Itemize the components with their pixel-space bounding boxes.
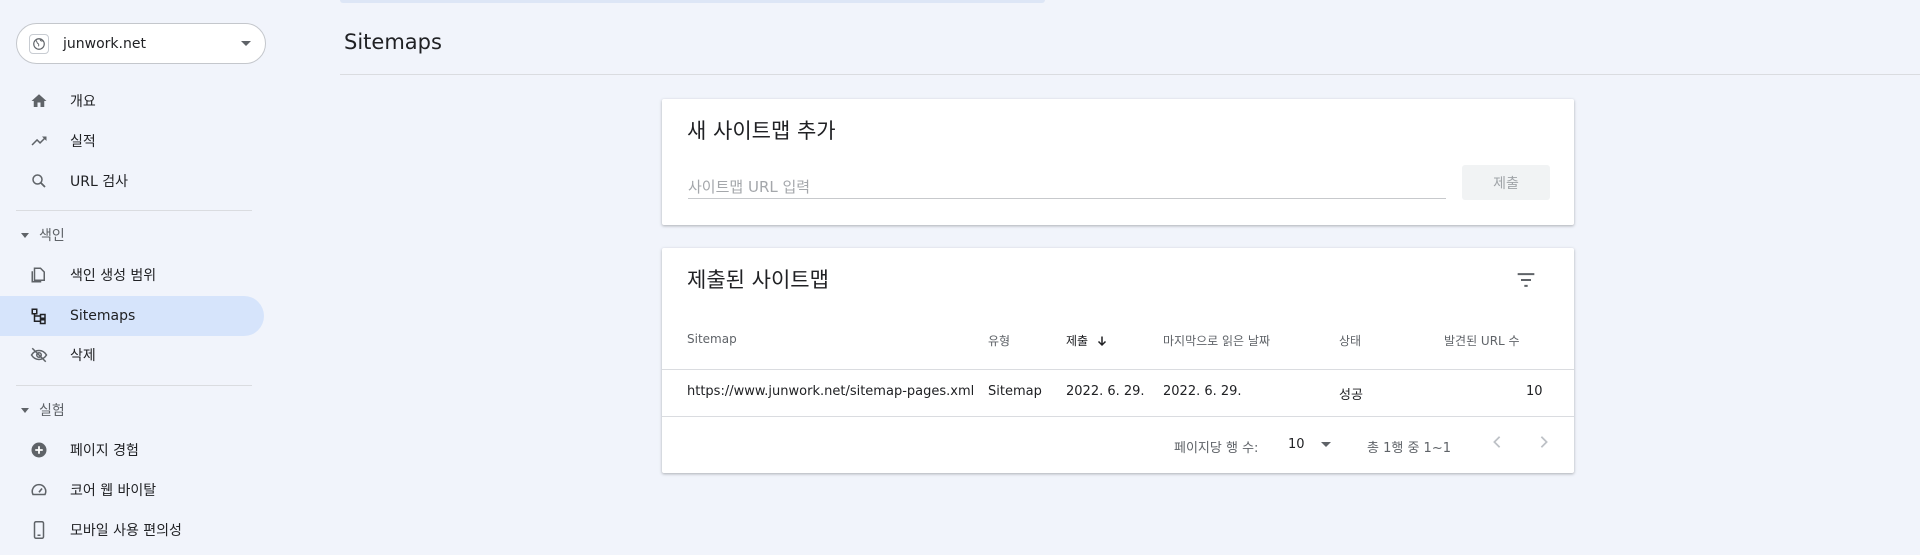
- nav-item-url-inspection[interactable]: URL 검사: [0, 161, 264, 201]
- rows-per-page-select[interactable]: 10: [1288, 431, 1331, 457]
- copy-pages-icon: [28, 264, 50, 286]
- nav-section-index[interactable]: 색인: [0, 220, 250, 250]
- nav-item-page-experience[interactable]: 페이지 경험: [0, 430, 264, 470]
- nav-item-coverage[interactable]: 색인 생성 범위: [0, 255, 264, 295]
- nav-label: 색인 생성 범위: [70, 268, 157, 284]
- column-header-type[interactable]: 유형: [988, 332, 1010, 349]
- sitemap-url-input[interactable]: [688, 175, 1446, 199]
- page-title: Sitemaps: [344, 30, 442, 54]
- property-selector[interactable]: junwork.net: [16, 23, 266, 64]
- speedometer-icon: [28, 479, 50, 501]
- nav-item-core-web-vitals[interactable]: 코어 웹 바이탈: [0, 470, 264, 510]
- nav-divider: [16, 385, 252, 386]
- sitemap-icon: [28, 305, 50, 327]
- filter-icon[interactable]: [1514, 268, 1538, 292]
- nav-item-performance[interactable]: 실적: [0, 121, 264, 161]
- triangle-down-icon: [21, 232, 29, 238]
- next-page-icon[interactable]: [1532, 430, 1556, 454]
- cell-status: 성공: [1339, 388, 1363, 403]
- nav-item-mobile-usability[interactable]: 모바일 사용 편의성: [0, 510, 264, 550]
- nav-divider: [16, 210, 252, 211]
- submitted-sitemaps-card: 제출된 사이트맵 Sitemap 유형 제출 마지막으로 읽은 날짜 상태 발견…: [662, 248, 1574, 473]
- nav-label: 실적: [70, 134, 96, 150]
- nav-item-removals[interactable]: 삭제: [0, 335, 264, 375]
- column-header-status[interactable]: 상태: [1339, 332, 1361, 349]
- arrow-down-icon: [1098, 336, 1107, 346]
- nav-label: 개요: [70, 94, 96, 110]
- nav-label: 모바일 사용 편의성: [70, 523, 182, 539]
- rows-per-page-label: 페이지당 행 수:: [1174, 441, 1259, 456]
- nav-label: URL 검사: [70, 174, 128, 190]
- nav-label: 코어 웹 바이탈: [70, 483, 157, 499]
- top-progress-strip: [340, 0, 1045, 3]
- triangle-down-icon: [21, 407, 29, 413]
- globe-icon: [29, 33, 49, 54]
- eye-off-icon: [28, 344, 50, 366]
- sidebar: junwork.net 개요 실적 URL 검사 색인 색인 생성 범위 Sit…: [0, 0, 270, 555]
- cell-discovered-urls: 10: [1526, 384, 1543, 399]
- trending-up-icon: [28, 130, 50, 152]
- table-header-divider: [662, 369, 1574, 370]
- nav-item-sitemaps[interactable]: Sitemaps: [0, 296, 264, 336]
- add-sitemap-card: 새 사이트맵 추가 제출: [662, 99, 1574, 225]
- add-circle-icon: [28, 439, 50, 461]
- pagination-range: 총 1행 중 1~1: [1367, 441, 1451, 456]
- header-divider: [340, 74, 1920, 75]
- column-header-discovered-urls[interactable]: 발견된 URL 수: [1444, 332, 1520, 349]
- submitted-sitemaps-title: 제출된 사이트맵: [687, 268, 829, 292]
- home-icon: [28, 90, 50, 112]
- nav-label: 페이지 경험: [70, 443, 139, 459]
- column-header-label: 제출: [1066, 334, 1089, 348]
- cell-type: Sitemap: [988, 384, 1042, 399]
- chevron-down-icon: [241, 41, 251, 46]
- table-row-divider: [662, 416, 1574, 417]
- section-label: 색인: [39, 228, 65, 244]
- nav-label: 삭제: [70, 348, 96, 364]
- chevron-down-icon: [1320, 441, 1331, 447]
- column-header-sitemap[interactable]: Sitemap: [687, 332, 737, 346]
- cell-sitemap-url[interactable]: https://www.junwork.net/sitemap-pages.xm…: [687, 384, 974, 399]
- previous-page-icon[interactable]: [1485, 430, 1509, 454]
- rows-per-page-value: 10: [1288, 436, 1305, 452]
- property-name: junwork.net: [63, 35, 146, 52]
- cell-last-read-date: 2022. 6. 29.: [1163, 384, 1242, 399]
- submit-button[interactable]: 제출: [1462, 165, 1550, 200]
- nav-section-experience[interactable]: 실험: [0, 395, 250, 425]
- nav-item-overview[interactable]: 개요: [0, 81, 264, 121]
- column-header-submitted[interactable]: 제출: [1066, 332, 1108, 349]
- search-icon: [28, 170, 50, 192]
- cell-submitted-date: 2022. 6. 29.: [1066, 384, 1145, 399]
- add-sitemap-title: 새 사이트맵 추가: [687, 119, 836, 143]
- nav-label: Sitemaps: [70, 308, 136, 324]
- section-label: 실험: [39, 403, 65, 419]
- column-header-last-read[interactable]: 마지막으로 읽은 날짜: [1163, 332, 1270, 349]
- smartphone-icon: [28, 519, 50, 541]
